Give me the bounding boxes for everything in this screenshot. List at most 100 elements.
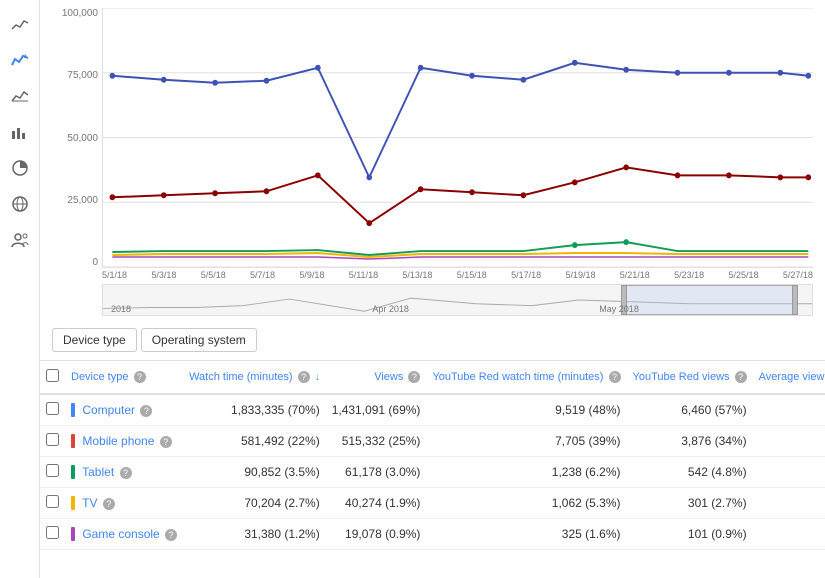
row-checkbox-cell-3 <box>40 488 65 519</box>
header-yt-red-views[interactable]: YouTube Red views ? <box>627 361 753 394</box>
row-color-bar-0 <box>71 403 75 417</box>
table-row: Tablet ? 90,852 (3.5%) 61,178 (3.0%) 1,2… <box>40 457 825 488</box>
row-checkbox-cell-1 <box>40 426 65 457</box>
row-device-name-2[interactable]: Tablet <box>82 465 114 479</box>
device-type-info-icon[interactable]: ? <box>134 371 146 383</box>
x-label-3: 5/7/18 <box>250 270 275 280</box>
header-avg-view-duration[interactable]: Average view duration ? <box>753 361 825 394</box>
row-avg-view-duration-1: 1:07 <box>753 426 825 457</box>
row-device-info-2[interactable]: ? <box>120 467 132 479</box>
row-views-2: 61,178 (3.0%) <box>326 457 427 488</box>
table-row: Game console ? 31,380 (1.2%) 19,078 (0.9… <box>40 519 825 550</box>
row-device-2: Tablet ? <box>65 457 183 488</box>
row-watch-time-3: 70,204 (2.7%) <box>183 488 326 519</box>
y-label-75k: 75,000 <box>67 70 98 81</box>
row-device-name-3[interactable]: TV <box>82 496 97 510</box>
x-label-8: 5/17/18 <box>511 270 541 280</box>
row-checkbox-3[interactable] <box>46 495 59 508</box>
x-label-7: 5/15/18 <box>457 270 487 280</box>
chart-plot <box>102 8 813 268</box>
row-checkbox-cell-0 <box>40 394 65 426</box>
row-yt-red-watch-time-1: 7,705 (39%) <box>426 426 626 457</box>
row-device-name-0[interactable]: Computer <box>82 403 135 417</box>
x-label-9: 5/19/18 <box>565 270 595 280</box>
x-label-2: 5/5/18 <box>201 270 226 280</box>
row-yt-red-views-2: 542 (4.8%) <box>627 457 753 488</box>
header-watch-time[interactable]: Watch time (minutes) ? ↓ <box>183 361 326 394</box>
x-label-10: 5/21/18 <box>620 270 650 280</box>
row-watch-time-4: 31,380 (1.2%) <box>183 519 326 550</box>
table-header-row: Device type ? Watch time (minutes) ? ↓ V… <box>40 361 825 394</box>
row-device-3: TV ? <box>65 488 183 519</box>
table-area: Device type ? Watch time (minutes) ? ↓ V… <box>40 361 825 578</box>
row-device-4: Game console ? <box>65 519 183 550</box>
row-avg-view-duration-0: 1:16 <box>753 394 825 426</box>
yt-red-watch-time-info-icon[interactable]: ? <box>609 371 621 383</box>
pie-chart-icon[interactable] <box>4 152 36 184</box>
row-views-4: 19,078 (0.9%) <box>326 519 427 550</box>
x-label-0: 5/1/18 <box>102 270 127 280</box>
range-selector[interactable]: 2018 Apr 2018 May 2018 <box>102 284 813 316</box>
y-axis: 100,000 75,000 50,000 25,000 0 <box>52 8 102 268</box>
table-row: Computer ? 1,833,335 (70%) 1,431,091 (69… <box>40 394 825 426</box>
x-label-6: 5/13/18 <box>402 270 432 280</box>
trend-chart-icon[interactable] <box>4 44 36 76</box>
header-yt-red-watch-time[interactable]: YouTube Red watch time (minutes) ? <box>426 361 626 394</box>
x-label-12: 5/25/18 <box>728 270 758 280</box>
views-info-icon[interactable]: ? <box>408 371 420 383</box>
row-device-name-1[interactable]: Mobile phone <box>82 434 154 448</box>
row-device-1: Mobile phone ? <box>65 426 183 457</box>
row-checkbox-4[interactable] <box>46 526 59 539</box>
line-chart-icon[interactable] <box>4 8 36 40</box>
range-end-label: May 2018 <box>599 304 639 314</box>
row-yt-red-views-3: 301 (2.7%) <box>627 488 753 519</box>
row-device-0: Computer ? <box>65 394 183 426</box>
row-color-bar-2 <box>71 465 75 479</box>
watch-time-info-icon[interactable]: ? <box>298 371 310 383</box>
row-checkbox-2[interactable] <box>46 464 59 477</box>
people-icon[interactable] <box>4 224 36 256</box>
yt-red-views-info-icon[interactable]: ? <box>735 371 747 383</box>
row-yt-red-watch-time-2: 1,238 (6.2%) <box>426 457 626 488</box>
y-label-100k: 100,000 <box>62 8 98 19</box>
range-handle-right[interactable] <box>792 285 798 315</box>
row-checkbox-cell-4 <box>40 519 65 550</box>
row-yt-red-views-4: 101 (0.9%) <box>627 519 753 550</box>
header-device-type[interactable]: Device type ? <box>65 361 183 394</box>
row-watch-time-0: 1,833,335 (70%) <box>183 394 326 426</box>
row-yt-red-views-1: 3,876 (34%) <box>627 426 753 457</box>
y-label-0: 0 <box>92 257 98 268</box>
range-start-label: 2018 <box>111 304 131 314</box>
row-checkbox-1[interactable] <box>46 433 59 446</box>
globe-icon[interactable] <box>4 188 36 220</box>
chart-area: 100,000 75,000 50,000 25,000 0 <box>40 0 825 320</box>
header-checkbox-cell <box>40 361 65 394</box>
row-device-info-0[interactable]: ? <box>140 405 152 417</box>
filter-row: Device type Operating system <box>40 320 825 361</box>
range-mid-label: Apr 2018 <box>372 304 409 314</box>
row-checkbox-cell-2 <box>40 457 65 488</box>
row-device-name-4[interactable]: Game console <box>82 527 159 541</box>
operating-system-button[interactable]: Operating system <box>141 328 257 352</box>
device-type-button[interactable]: Device type <box>52 328 137 352</box>
row-color-bar-4 <box>71 527 75 541</box>
row-checkbox-0[interactable] <box>46 402 59 415</box>
row-yt-red-watch-time-4: 325 (1.6%) <box>426 519 626 550</box>
row-color-bar-1 <box>71 434 75 448</box>
row-device-info-4[interactable]: ? <box>165 529 177 541</box>
row-device-info-3[interactable]: ? <box>103 498 115 510</box>
chart-svg <box>103 8 813 267</box>
x-label-11: 5/23/18 <box>674 270 704 280</box>
row-watch-time-2: 90,852 (3.5%) <box>183 457 326 488</box>
bar-chart-icon[interactable] <box>4 116 36 148</box>
area-chart-icon[interactable] <box>4 80 36 112</box>
row-device-info-1[interactable]: ? <box>160 436 172 448</box>
table-row: Mobile phone ? 581,492 (22%) 515,332 (25… <box>40 426 825 457</box>
x-label-1: 5/3/18 <box>151 270 176 280</box>
row-views-0: 1,431,091 (69%) <box>326 394 427 426</box>
row-views-3: 40,274 (1.9%) <box>326 488 427 519</box>
header-views[interactable]: Views ? <box>326 361 427 394</box>
x-label-5: 5/11/18 <box>349 270 378 280</box>
y-label-50k: 50,000 <box>67 133 98 144</box>
select-all-checkbox[interactable] <box>46 369 59 382</box>
